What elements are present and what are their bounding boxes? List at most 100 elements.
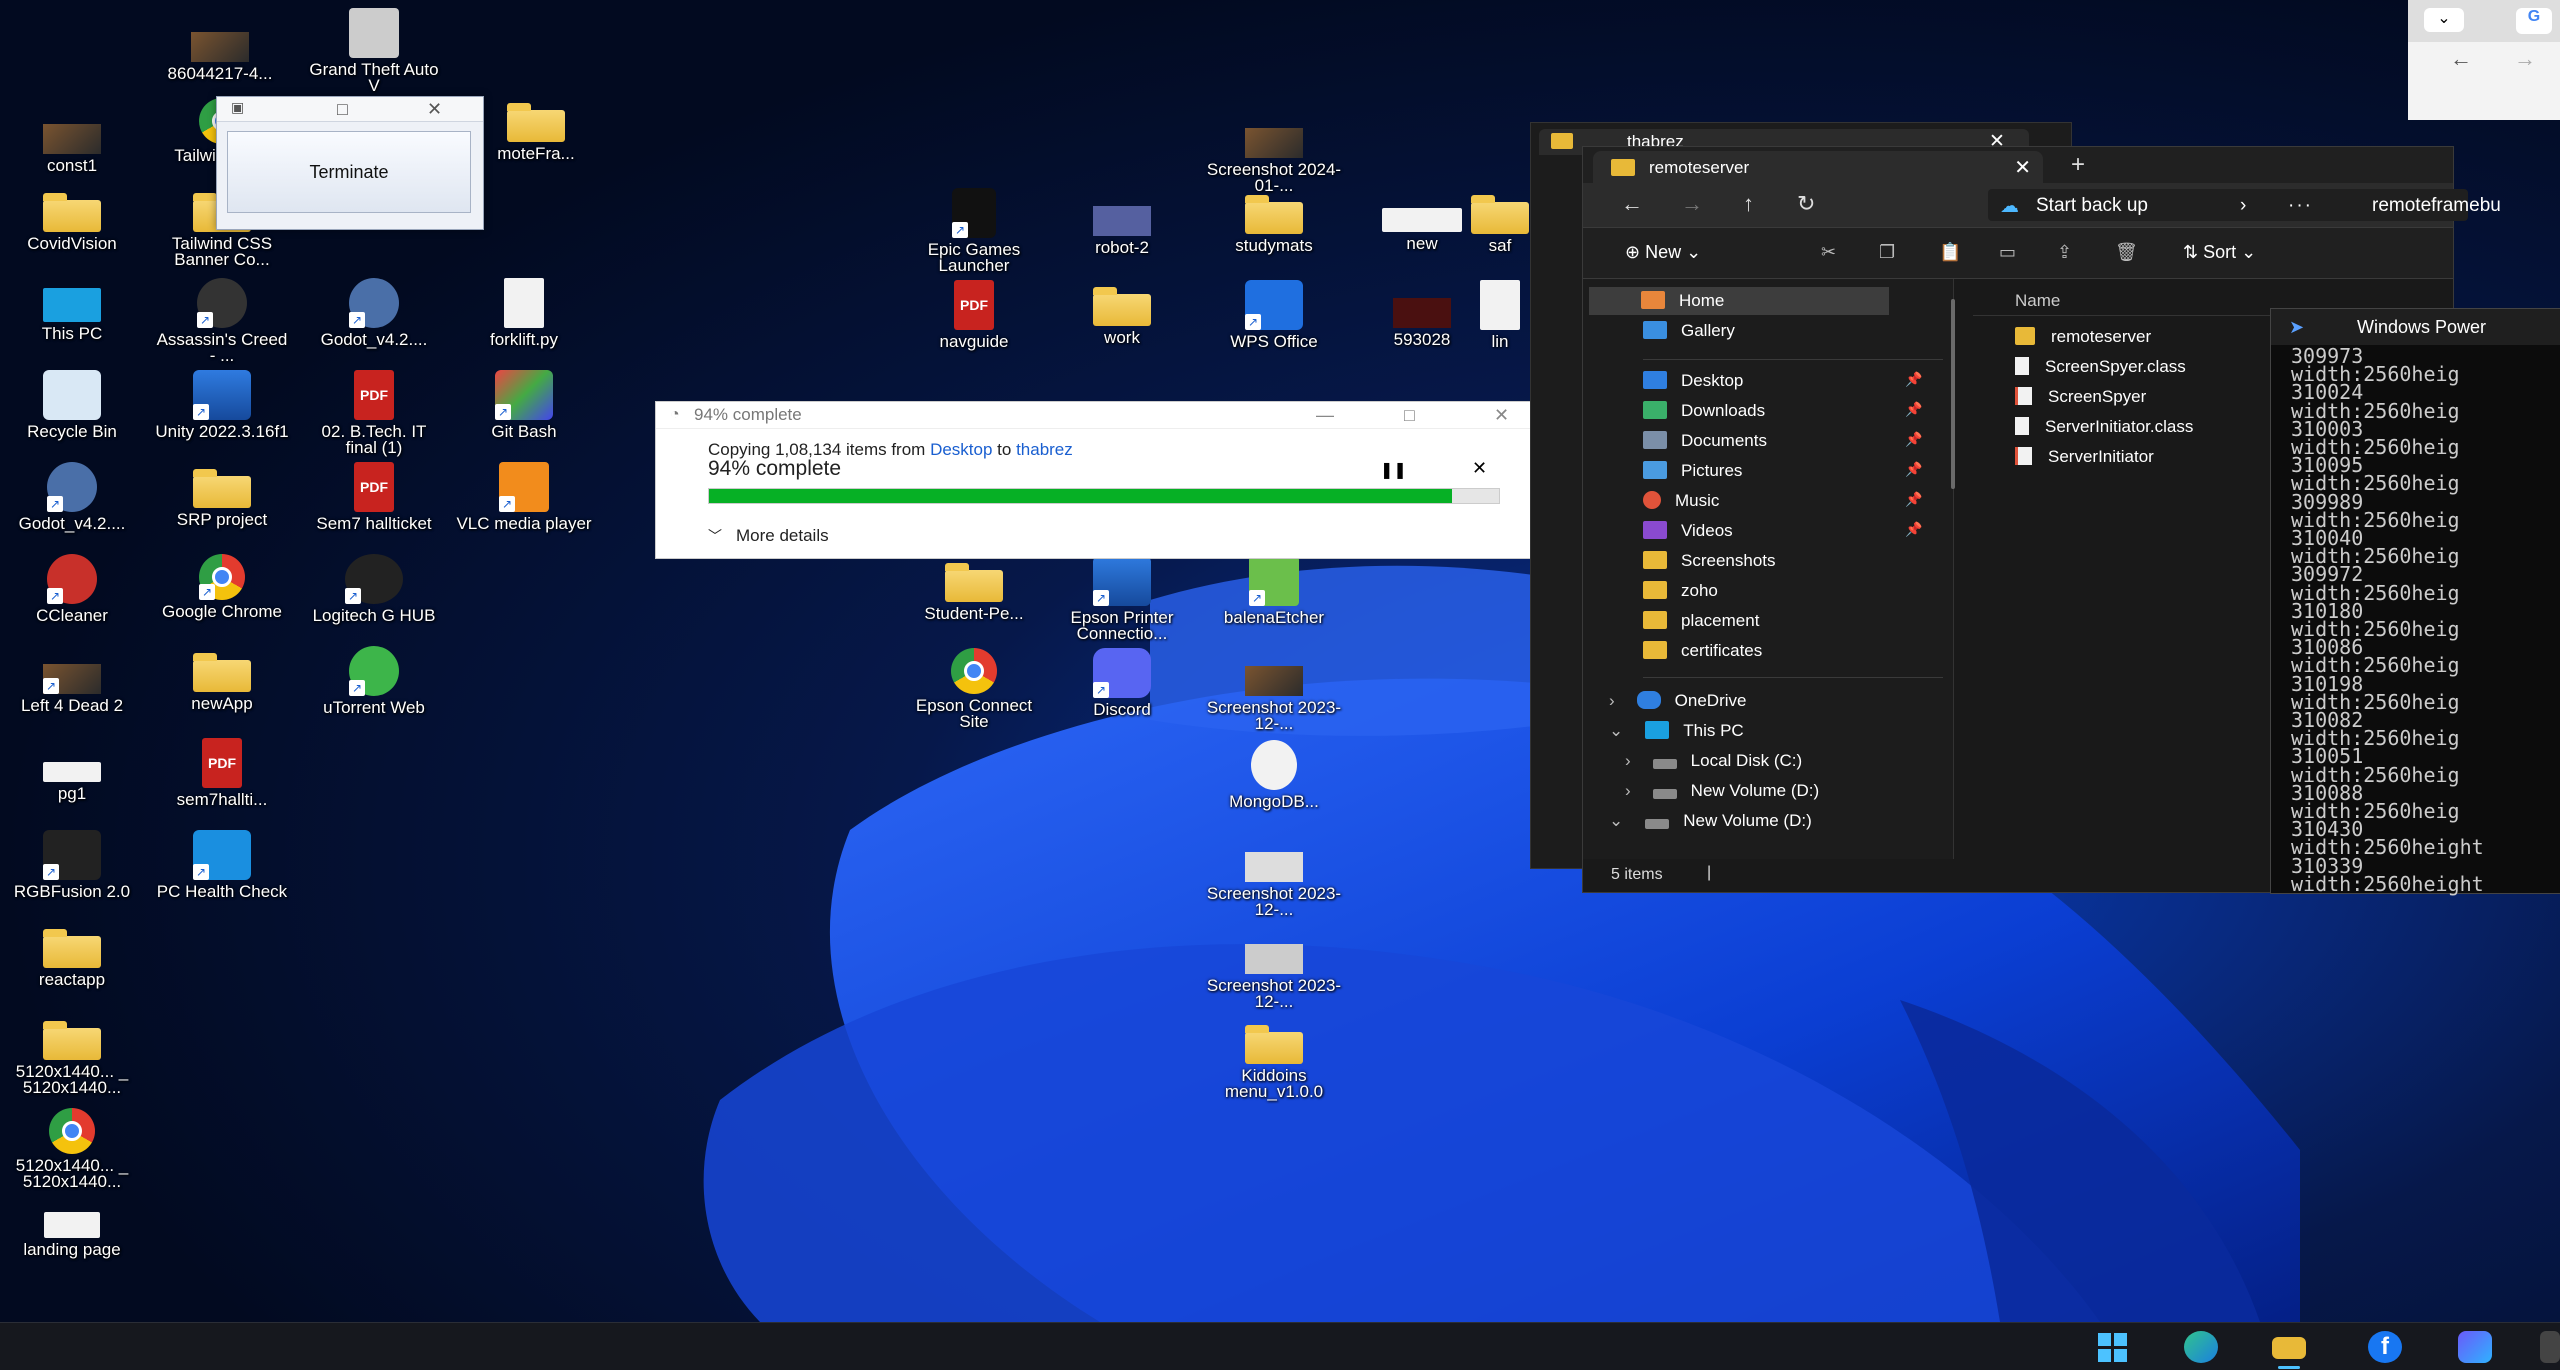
more-details-button[interactable]: ﹀ More details	[708, 526, 829, 546]
desktop-icon[interactable]: ↗ RGBFusion 2.0	[2, 830, 142, 900]
nav-placement[interactable]: placement	[1643, 611, 1759, 639]
desktop-icon[interactable]: ↗ Unity 2022.3.16f1	[152, 370, 292, 440]
desktop-icon[interactable]: robot-2	[1052, 188, 1192, 256]
desktop-icon[interactable]: 5120x1440... _ 5120x1440...	[2, 1108, 142, 1190]
cancel-icon[interactable]: ✕	[1472, 458, 1487, 479]
tab-remoteserver[interactable]: remoteserver ✕	[1593, 151, 2043, 183]
nav-music[interactable]: Music 📌	[1643, 491, 1922, 519]
close-icon[interactable]: ✕	[427, 99, 442, 120]
nav-new-volume[interactable]: › New Volume (D:)	[1625, 781, 1819, 809]
desktop-icon[interactable]: MongoDB...	[1204, 740, 1344, 810]
desktop-icon[interactable]: work	[1052, 280, 1192, 346]
desktop-icon[interactable]: landing page	[2, 1198, 142, 1258]
refresh-icon[interactable]: ↻	[1797, 191, 1815, 217]
source-link[interactable]: Desktop	[930, 440, 992, 459]
desktop-icon[interactable]: ↗ WPS Office	[1204, 280, 1344, 350]
file-explorer-icon[interactable]	[2272, 1337, 2306, 1359]
copy-icon[interactable]: ❐	[1879, 242, 1895, 263]
nav-documents[interactable]: Documents 📌	[1643, 431, 1922, 459]
desktop-icon[interactable]: pg1	[2, 746, 142, 802]
desktop-icon[interactable]: ↗ Left 4 Dead 2	[2, 646, 142, 714]
desktop-icon[interactable]: lin	[1470, 280, 1530, 350]
sort-button[interactable]: ⇅ Sort ⌄	[2183, 242, 2256, 263]
desktop-icon[interactable]: ↗ Assassin's Creed - ...	[152, 278, 292, 364]
file-row[interactable]: remoteserver	[2015, 327, 2151, 347]
new-button[interactable]: ⊕ New ⌄	[1625, 242, 1701, 263]
file-row[interactable]: ScreenSpyer.class	[2015, 357, 2186, 377]
chevron-down-icon[interactable]: ⌄	[2424, 8, 2464, 32]
backup-label[interactable]: Start back up	[2036, 195, 2148, 217]
pause-icon[interactable]: ❚❚	[1380, 460, 1407, 480]
desktop-icon[interactable]: studymats	[1204, 188, 1344, 254]
desktop-icon[interactable]: Screenshot 2024-01-...	[1204, 110, 1344, 194]
address-bar[interactable]: ☁ Start back up › ··· remoteframebu	[1988, 189, 2501, 221]
desktop-icon[interactable]: ↗ VLC media player	[454, 462, 594, 532]
close-icon[interactable]: ✕	[1494, 402, 1509, 428]
desktop-icon[interactable]: forklift.py	[454, 278, 594, 348]
desktop-icon[interactable]: 86044217-4...	[150, 14, 290, 82]
column-header-name[interactable]: Name	[2015, 291, 2060, 311]
desktop-icon[interactable]: ↗ uTorrent Web	[304, 646, 444, 716]
up-icon[interactable]: ↑	[1743, 191, 1754, 217]
scrollbar[interactable]	[1951, 299, 1955, 489]
desktop-icon[interactable]: Screenshot 2023-12-...	[1204, 834, 1344, 918]
edge-icon[interactable]	[2184, 1331, 2218, 1363]
nav-gallery[interactable]: Gallery	[1643, 321, 1735, 349]
desktop-icon[interactable]: ↗ Epic Games Launcher	[904, 188, 1044, 274]
desktop-icon[interactable]: Epson Connect Site	[904, 648, 1044, 730]
desktop-icon[interactable]: Screenshot 2023-12-...	[1204, 926, 1344, 1010]
forward-icon[interactable]: →	[1681, 191, 1703, 217]
desktop-icon[interactable]: ↗ Logitech G HUB	[304, 554, 444, 624]
desktop-icon[interactable]: PDF navguide	[904, 280, 1044, 350]
desktop-icon[interactable]: ↗ Godot_v4.2....	[304, 278, 444, 348]
desktop-icon[interactable]: ↗ Google Chrome	[152, 554, 292, 620]
desktop-icon[interactable]: PDF sem7hallti...	[152, 738, 292, 808]
google-icon[interactable]: G	[2516, 8, 2552, 34]
nav-screenshots[interactable]: Screenshots	[1643, 551, 1776, 579]
rename-icon[interactable]: ▭	[1999, 242, 2016, 263]
desktop-icon[interactable]: PDF Sem7 hallticket	[304, 462, 444, 532]
back-icon[interactable]: ←	[1621, 191, 1643, 217]
app-icon[interactable]	[2540, 1331, 2560, 1363]
paste-icon[interactable]: 📋	[1939, 242, 1961, 263]
maximize-icon[interactable]: □	[337, 99, 348, 120]
forward-icon[interactable]: →	[2514, 46, 2536, 72]
desktop-icon[interactable]: ↗ Discord	[1052, 648, 1192, 718]
facebook-icon[interactable]: f	[2368, 1331, 2402, 1363]
desktop-icon[interactable]: ↗ PC Health Check	[152, 830, 292, 900]
nav-videos[interactable]: Videos 📌	[1643, 521, 1922, 549]
desktop-icon[interactable]: Grand Theft Auto V	[304, 8, 444, 94]
desktop-icon[interactable]: Recycle Bin	[2, 370, 142, 440]
nav-home[interactable]: Home	[1589, 287, 1889, 315]
nav-certificates[interactable]: certificates	[1643, 641, 1762, 669]
nav-desktop[interactable]: Desktop 📌	[1643, 371, 1922, 399]
nav-this-pc[interactable]: ⌄ This PC	[1609, 721, 1744, 749]
desktop-icon[interactable]: Kiddoins menu_v1.0.0	[1204, 1018, 1344, 1100]
nav-local-disk[interactable]: › Local Disk (C:)	[1625, 751, 1802, 779]
file-row[interactable]: ScreenSpyer	[2015, 387, 2146, 407]
desktop-icon[interactable]: Screenshot 2023-12-...	[1204, 648, 1344, 732]
nav-downloads[interactable]: Downloads 📌	[1643, 401, 1922, 429]
vscode-icon[interactable]	[2458, 1331, 2492, 1363]
desktop-icon[interactable]: 5120x1440... _ 5120x1440...	[2, 1014, 142, 1096]
desktop-icon[interactable]: Student-Pe...	[904, 556, 1044, 622]
destination-link[interactable]: thabrez	[1016, 440, 1073, 459]
desktop-icon[interactable]: saf	[1470, 188, 1530, 254]
share-icon[interactable]: ⇪	[2057, 242, 2072, 263]
nav-onedrive[interactable]: › OneDrive	[1609, 691, 1746, 719]
desktop-icon[interactable]: This PC	[2, 278, 142, 342]
terminate-button[interactable]: Terminate	[227, 131, 471, 213]
desktop-icon[interactable]: CovidVision	[2, 186, 142, 252]
address-path[interactable]: remoteframebu	[2372, 195, 2501, 217]
desktop-icon[interactable]: PDF 02. B.Tech. IT final (1)	[304, 370, 444, 456]
nav-zoho[interactable]: zoho	[1643, 581, 1718, 609]
desktop-icon[interactable]: const1	[2, 106, 142, 174]
more-icon[interactable]: ···	[2288, 195, 2313, 217]
close-icon[interactable]: ✕	[2014, 155, 2031, 180]
new-tab-icon[interactable]: +	[2071, 151, 2085, 179]
desktop-icon[interactable]: SRP project	[152, 462, 292, 528]
powershell-window[interactable]: ➤ Windows Power 309973 width:2560heig 3100…	[2270, 308, 2560, 894]
nav-pictures[interactable]: Pictures 📌	[1643, 461, 1922, 489]
desktop-icon[interactable]: reactapp	[2, 922, 142, 988]
desktop-icon[interactable]: ↗ balenaEtcher	[1204, 556, 1344, 626]
